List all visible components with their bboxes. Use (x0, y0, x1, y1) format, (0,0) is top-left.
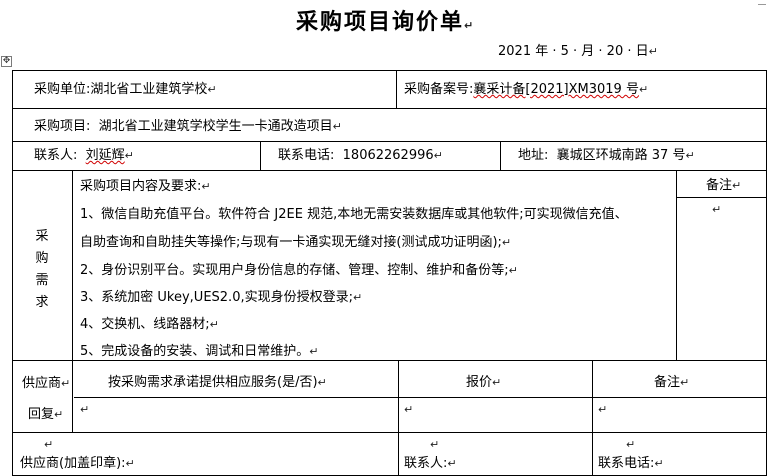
address-label: 地址: (518, 148, 549, 163)
requirements-side-label: 采 购 需 求 (35, 229, 49, 310)
phone-field: 联系电话: 18062262996↵ (278, 148, 443, 163)
filing-number-field: 采购备案号:襄采计备[2021]XM3019 号↵ (404, 82, 649, 97)
page-corner-mark (758, 4, 766, 5)
requirement-item-1-line-1: 1、微信自助充值平台。软件符合 J2EE 规范,本地无需安装数据库或其他软件;可… (80, 207, 628, 222)
filing-number-value: 襄采计备[2021]XM3019 号 (473, 82, 639, 97)
service-commitment-header: 按采购需求承诺提供相应服务(是/否)↵ (108, 375, 327, 390)
service-commitment-cell: ↵ (80, 403, 90, 416)
phone-value: 18062262996 (342, 148, 434, 163)
contact-value: 刘延辉 (85, 148, 125, 163)
footer-blank-mark-1: ↵ (44, 438, 54, 451)
filing-number-label: 采购备案号: (404, 82, 474, 97)
remark-header: 备注↵ (706, 178, 742, 193)
requirement-item-3: 3、系统加密 Ukey,UES2.0,实现身份授权登录;↵ (80, 290, 363, 305)
contact-field: 联系人: 刘延辉↵ (34, 148, 134, 163)
requirements-heading: 采购项目内容及要求:↵ (80, 179, 211, 194)
quote-cell: ↵ (404, 403, 414, 416)
table-move-handle-icon[interactable]: ✥ (1, 56, 12, 67)
address-field: 地址: 襄城区环城南路 37 号↵ (518, 148, 695, 163)
footer-phone-field: 联系电话:↵ (598, 456, 664, 471)
purchase-project-field: 采购项目: 湖北省工业建筑学校学生一卡通改造项目↵ (34, 119, 342, 134)
footer-blank-mark-3: ↵ (626, 438, 636, 451)
footer-blank-mark-2: ↵ (430, 438, 440, 451)
form-title: 采购项目询价单↵ (296, 10, 476, 35)
address-value: 襄城区环城南路 37 号 (556, 148, 686, 163)
reply-remark-cell: ↵ (598, 403, 608, 416)
footer-contact-field: 联系人:↵ (404, 456, 457, 471)
requirement-item-2: 2、身份识别平台。实现用户身份信息的存储、管理、控制、维护和备份等;↵ (80, 263, 518, 278)
form-date: 2021 年 · 5 · 月 · 20 · 日↵ (498, 44, 658, 59)
requirement-item-1-line-2: 自助查询和自助挂失等操作;与现有一卡通实现无缝对接(测试成功证明函);↵ (80, 235, 512, 250)
purchase-project-label: 采购项目: (34, 119, 91, 134)
phone-label: 联系电话: (278, 148, 335, 163)
requirement-item-5: 5、完成设备的安装、调试和日常维护。↵ (80, 344, 319, 359)
purchase-unit-value: 湖北省工业建筑学校 (90, 82, 208, 97)
remark-cell-mark: ↵ (712, 203, 722, 216)
reply-remark-header: 备注↵ (654, 375, 690, 390)
supplier-seal-field: 供应商(加盖印章):↵ (20, 456, 135, 471)
supplier-reply-label-line-2: 回复↵ (28, 407, 64, 422)
supplier-reply-label-line-1: 供应商↵ (22, 376, 71, 391)
purchase-unit-label: 采购单位: (34, 82, 91, 97)
purchase-unit-field: 采购单位:湖北省工业建筑学校↵ (34, 82, 217, 97)
contact-label: 联系人: (34, 148, 78, 163)
quote-header: 报价↵ (466, 375, 502, 390)
requirement-item-4: 4、交换机、线路器材;↵ (80, 317, 219, 332)
purchase-project-value: 湖北省工业建筑学校学生一卡通改造项目 (98, 119, 333, 134)
